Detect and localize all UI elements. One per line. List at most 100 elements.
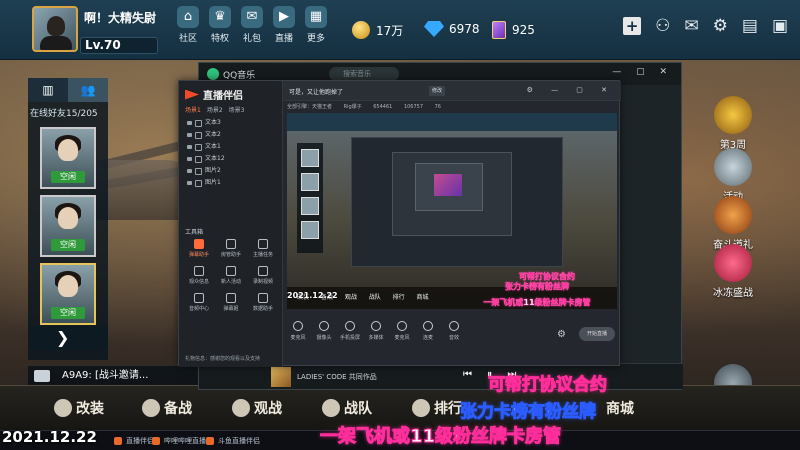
nav-gift[interactable]: ✉ 礼包 — [236, 4, 268, 44]
star-badge-icon — [232, 399, 250, 417]
tab-rank[interactable]: ▥ — [28, 78, 68, 102]
control-media[interactable]: 多媒体 — [365, 321, 387, 351]
preview-nested-window-3 — [415, 163, 483, 211]
stream-control-bar: 麦克风 摄像头 手机投屏 多媒体 麦克风 连麦 音效 — [287, 321, 617, 351]
friends-icon[interactable]: ⚇ — [655, 16, 670, 36]
toolbox-label: 工具箱 — [185, 229, 204, 236]
bottom-spectate[interactable]: 观战 — [232, 398, 282, 418]
medal-icon — [714, 148, 752, 186]
control-mic[interactable]: 麦克风 — [287, 321, 309, 351]
gear-icon[interactable]: ⚙ — [713, 16, 728, 36]
list-item[interactable]: 文本2 — [185, 129, 277, 141]
speaker-icon — [449, 321, 459, 331]
qq-music-window-controls[interactable]: — ▢ ✕ — [612, 67, 673, 77]
stream-top-bar: 可是，又让他跑掉了 修改 ⚙ — ▢ ✕ — [283, 81, 621, 101]
nav-community[interactable]: ⌂ 社区 — [172, 4, 204, 44]
list-item[interactable]: 文本12 — [185, 153, 277, 165]
nav-more[interactable]: ▦ 更多 — [300, 4, 332, 44]
control-co-stream[interactable]: 连麦 — [417, 321, 439, 351]
stream-stats: 全部引擎：天猫王者 Rig爆子 654461 106757 76 — [287, 104, 441, 110]
tool-data[interactable]: 数据助手 — [247, 293, 279, 312]
tool-room-admin[interactable]: 房管助手 — [215, 239, 247, 258]
tool-danmaku[interactable]: 弹幕助手 — [183, 239, 215, 258]
friend-panel-expand-button[interactable]: ❯ — [28, 326, 108, 350]
event-activity[interactable]: 活动 — [706, 148, 760, 203]
control-camera[interactable]: 摄像头 — [313, 321, 335, 351]
tab-scene-3[interactable]: 场景3 — [229, 105, 245, 114]
start-live-button[interactable]: 开始直播 — [579, 327, 615, 341]
phone-icon — [345, 321, 355, 331]
friend-card[interactable]: 空闲 — [40, 127, 96, 189]
gold-counter[interactable]: 17万 — [352, 21, 403, 39]
edit-title-button[interactable]: 修改 — [429, 86, 446, 96]
player-level: Lv.70 — [80, 37, 158, 54]
friend-status: 空闲 — [51, 307, 85, 319]
online-friends-count: 在线好友15/205 — [30, 109, 98, 119]
event-battle[interactable]: 冰冻盛战 — [706, 244, 760, 299]
taskbar-item[interactable]: 斗鱼直播伴侣 — [204, 434, 260, 448]
list-item[interactable]: 文本3 — [185, 117, 277, 129]
player-avatar[interactable] — [32, 6, 78, 52]
friend-card[interactable]: 空闲 — [40, 195, 96, 257]
crown-icon: ♛ — [209, 6, 231, 28]
preview-friend-panel — [297, 143, 323, 253]
bottom-prepare[interactable]: 备战 — [142, 398, 192, 418]
chat-bubble-icon — [194, 239, 204, 249]
nav-privilege[interactable]: ♛ 特权 — [204, 4, 236, 44]
chat-icon — [34, 370, 50, 382]
chat-message[interactable]: A9A9: [战斗邀请... — [28, 366, 198, 386]
list-item[interactable]: 图片2 — [185, 165, 277, 177]
tab-friends[interactable]: 👥 — [68, 78, 108, 102]
bottom-shop[interactable]: 商城 — [606, 398, 634, 418]
event-reward[interactable]: 奋斗道礼 — [706, 196, 760, 251]
grid-icon: ▦ — [305, 6, 327, 28]
gift-notice: 礼物信息：感谢您的观看以及支持 — [185, 356, 261, 362]
diamond-counter[interactable]: 6978 — [424, 21, 480, 37]
tab-scene-1[interactable]: 场景1 — [185, 105, 201, 114]
stream-title: 可是，又让他跑掉了 — [289, 89, 344, 96]
list-item[interactable]: 图片1 — [185, 177, 277, 189]
album-cover[interactable] — [271, 367, 291, 387]
taskbar-item[interactable]: 哔哩哔哩直播 — [150, 434, 206, 448]
trophy-icon — [714, 196, 752, 234]
stream-window-controls[interactable]: ⚙ — ▢ ✕ — [527, 86, 615, 94]
overlay-caption-3: 一架飞机或11级粉丝牌卡房管 — [319, 426, 562, 448]
bottom-team[interactable]: 战队 — [322, 398, 372, 418]
control-mic-2[interactable]: 麦克风 — [391, 321, 413, 351]
bottom-rank[interactable]: 排行 — [412, 398, 462, 418]
ranking-icon — [412, 399, 430, 417]
tool-viewers[interactable]: 观众信息 — [183, 266, 215, 285]
record-icon — [258, 266, 268, 276]
activity-icon[interactable]: ▣ — [772, 16, 788, 36]
taskbar-item[interactable]: 直播伴侣 — [112, 434, 154, 448]
preview-nested-window-2 — [392, 152, 512, 236]
nav-live[interactable]: ▶ 直播 — [268, 4, 300, 44]
preview-date: 2021.12.22 — [287, 291, 338, 300]
book-icon[interactable]: ▤ — [742, 16, 758, 36]
bottom-modify[interactable]: 改装 — [54, 398, 104, 418]
tool-danmaku-ji[interactable]: 弹幕姬 — [215, 293, 247, 312]
team-icon — [322, 399, 340, 417]
stream-preview[interactable]: 改装 备战 观战 战队 排行 商城 2021.12.22 可帮打协议合约 张力卡… — [287, 113, 617, 309]
tool-tasks[interactable]: 主播任务 — [247, 239, 279, 258]
gear-icon[interactable]: ⚙ — [557, 329, 566, 340]
friend-card[interactable]: 空闲 — [40, 263, 96, 325]
coin-icon — [352, 21, 370, 39]
mic-icon — [293, 321, 303, 331]
tab-scene-2[interactable]: 场景2 — [207, 105, 223, 114]
top-right-icons: + ⚇ ✉ ⚙ ▤ ▣ — [623, 16, 788, 36]
qq-music-logo-icon — [207, 68, 219, 80]
mail-icon[interactable]: ✉ — [684, 16, 698, 36]
stream-app-logo: 直播伴侣 — [185, 87, 243, 102]
tool-events[interactable]: 新人活动 — [215, 266, 247, 285]
tool-record[interactable]: 录制视频 — [247, 266, 279, 285]
avatar-head — [47, 16, 65, 36]
control-phone-cast[interactable]: 手机投屏 — [339, 321, 361, 351]
add-button[interactable]: + — [623, 17, 642, 35]
qq-music-search-input[interactable]: 搜索音乐 — [329, 67, 399, 81]
control-sound-fx[interactable]: 音效 — [443, 321, 465, 351]
card-counter[interactable]: 925 — [492, 21, 535, 39]
tool-audio[interactable]: 音频中心 — [183, 293, 215, 312]
event-week[interactable]: 第3周 — [706, 96, 760, 151]
list-item[interactable]: 文本1 — [185, 141, 277, 153]
